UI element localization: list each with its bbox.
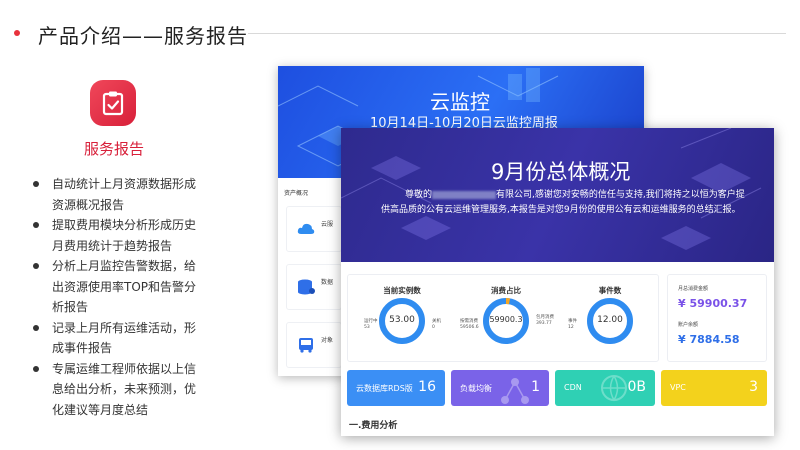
stat-value: 12.00	[597, 315, 623, 325]
bullet-text: 记录上月所有运维活动，形成事件报告	[52, 320, 197, 356]
tile-rds: 云数据库RDS版 16	[347, 370, 445, 406]
report-title: 云监控	[430, 90, 490, 114]
bullet-dot	[33, 365, 39, 372]
month-spend-value: ¥ 59900.37	[678, 297, 748, 310]
stat-label: 消费占比	[491, 286, 521, 295]
stat-instances: 当前实例数 53.00 运行中 53 关机 0	[352, 275, 452, 363]
stat-side-left: 按需消费 59506.6	[460, 319, 479, 331]
stat-value: 59900.3	[489, 315, 523, 324]
report-intro: 尊敬的 有限公司,感谢您对安畅的信任与支持,我们将持之以恒为客户提供高品质的公有云…	[381, 188, 751, 218]
report-banner: 9月份总体概况 尊敬的 有限公司,感谢您对安畅的信任与支持,我们将持之以恒为客户提…	[341, 128, 774, 262]
side-value: 393.77	[536, 321, 552, 326]
stats-panel: 当前实例数 53.00 运行中 53 关机 0 消费占比 59900.3 按需消费 5…	[347, 274, 659, 362]
section-heading: 一.费用分析	[349, 421, 398, 431]
asset-row: 数据	[286, 264, 342, 310]
network-icon	[501, 378, 529, 404]
list-item: 提取费用模块分析形成历史月费用统计于趋势报告	[30, 215, 202, 256]
bus-icon	[299, 338, 313, 353]
tile-label: 负载均衡	[460, 384, 492, 393]
bullet-text: 分析上月监控告警数据，给出资源使用率TOP和告警分析报告	[52, 259, 197, 314]
side-value: 0	[432, 325, 435, 330]
feature-bullet-list: 自动统计上月资源数据形成资源概况报告 提取费用模块分析形成历史月费用统计于趋势报…	[30, 174, 202, 420]
globe-icon	[601, 375, 627, 402]
bullet-text: 专属运维工程师依据以上信息给出分析，未来预测，优化建议等月度总结	[52, 361, 197, 417]
stat-side-left: 运行中 53	[364, 319, 378, 331]
tile-cdn: CDN 0B	[555, 370, 655, 406]
bullet-dot	[33, 324, 39, 331]
tile-value: 16	[418, 379, 436, 395]
feature-title: 服务报告	[83, 140, 144, 158]
tile-value: 0B	[627, 379, 646, 395]
slide-title: 产品介绍——服务报告	[38, 24, 248, 48]
amount-panel: 月总消费金额 ¥ 59900.37 账户余额 ¥ 7884.58	[667, 274, 767, 362]
stat-side-right: 关机 0	[432, 319, 441, 331]
stat-label: 事件数	[598, 286, 622, 295]
stat-events: 事件数 12.00 事件 12	[560, 275, 660, 363]
list-item: 自动统计上月资源数据形成资源概况报告	[30, 174, 202, 215]
stat-label: 当前实例数	[383, 286, 421, 295]
bullet-text: 自动统计上月资源数据形成资源概况报告	[52, 177, 197, 212]
intro-lead: 尊敬的	[405, 190, 433, 200]
stat-value: 53.00	[389, 315, 415, 325]
stat-side-right: 包月消费 393.77	[536, 315, 554, 327]
tile-label: CDN	[564, 383, 582, 392]
asset-row: 对象	[286, 322, 342, 368]
stat-side-left: 事件 12	[568, 319, 577, 331]
side-value: 53	[364, 325, 370, 330]
side-label: 事件	[568, 319, 577, 324]
report-title: 9月份总体概况	[491, 160, 631, 184]
balance-value: ¥ 7884.58	[678, 333, 740, 346]
side-label: 按需消费	[460, 319, 478, 324]
section-heading: 资产概况	[284, 190, 309, 197]
side-label: 关机	[432, 319, 441, 324]
balance-label: 账户余额	[678, 322, 699, 328]
tile-vpc: VPC 3	[661, 370, 767, 406]
bullet-text: 提取费用模块分析形成历史月费用统计于趋势报告	[52, 218, 197, 253]
clipboard-check-icon	[90, 80, 136, 126]
side-label: 运行中	[364, 319, 378, 324]
database-icon	[298, 279, 315, 295]
tile-label: VPC	[670, 383, 686, 392]
list-item: 记录上月所有运维活动，形成事件报告	[30, 318, 202, 359]
redacted-company-name	[432, 190, 497, 199]
tile-value: 1	[531, 379, 540, 395]
stat-consumption: 消费占比 59900.3 按需消费 59506.6 包月消费 393.77	[456, 275, 556, 363]
asset-row: 云服	[286, 206, 342, 252]
monthly-summary-report-card: 9月份总体概况 尊敬的 有限公司,感谢您对安畅的信任与支持,我们将持之以恒为客户提…	[341, 128, 774, 436]
title-divider	[248, 33, 786, 34]
cloud-icon	[297, 223, 315, 234]
asset-label: 对象	[321, 337, 334, 344]
list-item: 专属运维工程师依据以上信息给出分析，未来预测，优化建议等月度总结	[30, 359, 202, 421]
list-item: 分析上月监控告警数据，给出资源使用率TOP和告警分析报告	[30, 256, 202, 318]
asset-label: 数据	[321, 279, 334, 286]
tile-label: 云数据库RDS版	[356, 384, 413, 393]
bullet-dot	[14, 30, 20, 36]
bullet-dot	[33, 222, 39, 228]
bullet-dot	[33, 181, 39, 187]
tile-slb: 负载均衡 1	[451, 370, 549, 406]
bullet-dot	[33, 263, 39, 269]
side-value: 12	[568, 325, 574, 330]
side-label: 包月消费	[536, 315, 554, 320]
month-spend-label: 月总消费金额	[678, 286, 709, 292]
asset-label: 云服	[321, 221, 334, 228]
slide-header: 产品介绍——服务报告	[0, 0, 800, 60]
side-value: 59506.6	[460, 325, 479, 330]
tile-value: 3	[749, 379, 758, 395]
